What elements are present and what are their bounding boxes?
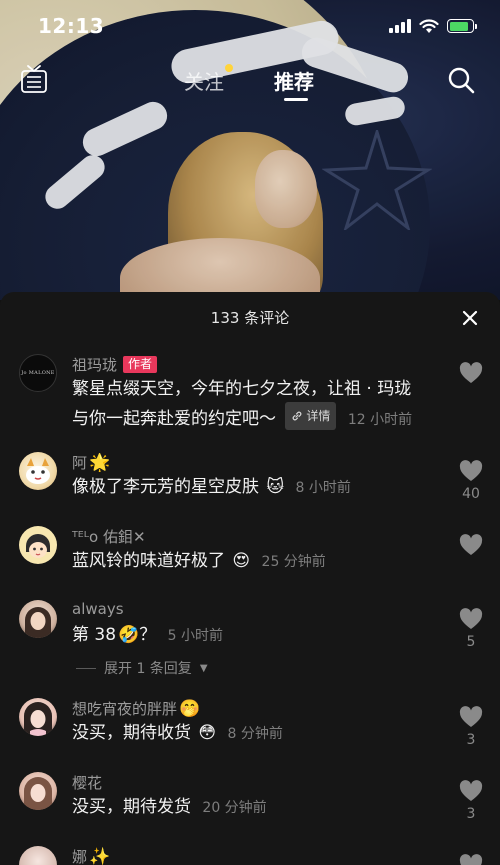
comment-text: 第 38 <box>72 625 117 645</box>
like-button[interactable] <box>456 534 486 560</box>
comment-text-line: 蓝风铃的味道好极了 😍 25 分钟前 <box>72 548 326 575</box>
comment-text: 没买，期待发货 <box>72 797 191 817</box>
cartoon-fox-icon <box>26 458 50 484</box>
like-button[interactable]: 5 <box>456 608 486 650</box>
status-time: 12:13 <box>38 14 105 38</box>
comment-text-suffix: ？ <box>139 625 157 645</box>
heart-icon <box>459 534 483 555</box>
user-photo-icon <box>25 607 51 638</box>
avatar-logo-text: Jo MALONE <box>21 370 55 376</box>
comment-author-name[interactable]: 娜 ✨ <box>72 846 110 865</box>
detail-label: 详情 <box>306 409 331 423</box>
cartoon-girl-icon <box>26 534 50 558</box>
comment-time: 12 小时前 <box>347 412 413 428</box>
comment-time: 5 小时前 <box>167 628 223 644</box>
link-icon <box>293 411 302 421</box>
comment-author-name[interactable]: 祖玛珑 作者 <box>72 354 158 375</box>
author-tag: 作者 <box>123 356 158 373</box>
user-photo-icon <box>24 777 52 810</box>
name-emoji: 🌟 <box>89 453 111 473</box>
comment-author-name[interactable]: 阿 🌟 <box>72 452 110 473</box>
name-emoji: 🤭 <box>179 699 201 719</box>
cellular-signal-icon <box>389 19 411 33</box>
comment-time: 25 分钟前 <box>261 554 326 570</box>
avatar[interactable] <box>19 452 57 490</box>
notification-dot <box>225 64 233 72</box>
comment-author-name[interactable]: 想吃宵夜的胖胖 🤭 <box>72 698 200 719</box>
tab-follow[interactable]: 关注 <box>184 64 233 95</box>
comment-emoji: 🤣 <box>118 625 140 645</box>
screen: 12:13 关注 推荐 133 条评论 Jo MALONE 祖玛珑 作者 繁星点… <box>0 0 500 865</box>
comments-sheet: 133 条评论 Jo MALONE 祖玛珑 作者 繁星点缀天空，今年的七夕之夜，让… <box>0 292 500 865</box>
like-button[interactable]: 3 <box>456 780 486 822</box>
status-bar: 12:13 <box>0 0 500 52</box>
name-emoji: ✨ <box>89 847 111 865</box>
author-name-text: 阿 <box>72 454 88 472</box>
caret-down-icon: ▼ <box>199 662 208 674</box>
battery-icon <box>447 19 477 33</box>
comment-text-line: 第 38 🤣？ 5 小时前 <box>72 622 223 649</box>
tab-recommend[interactable]: 推荐 <box>274 66 314 95</box>
comment-text-line2: 与你一起奔赴爱的约定吧～ 详情 12 小时前 <box>72 402 412 433</box>
comment-text-continued: 与你一起奔赴爱的约定吧～ <box>72 409 276 429</box>
comment-time: 20 分钟前 <box>202 800 267 816</box>
heart-icon <box>459 460 483 481</box>
active-tab-indicator <box>284 98 308 101</box>
like-count: 5 <box>466 634 476 650</box>
tab-follow-label: 关注 <box>184 70 224 94</box>
comment-time: 8 分钟前 <box>227 726 283 742</box>
wifi-icon <box>419 18 439 33</box>
author-name-text: 祖玛珑 <box>72 356 118 374</box>
like-button[interactable]: 3 <box>456 706 486 748</box>
avatar[interactable] <box>19 846 57 865</box>
avatar[interactable] <box>19 600 57 638</box>
like-button[interactable] <box>456 362 486 388</box>
avatar[interactable] <box>19 526 57 564</box>
comment-emoji: 🐱 <box>266 477 285 497</box>
live-tv-icon[interactable] <box>20 64 48 94</box>
heart-icon <box>459 608 483 629</box>
avatar[interactable]: Jo MALONE <box>19 354 57 392</box>
comment-time: 8 小时前 <box>295 480 351 496</box>
comment-text-line: 像极了李元芳的星空皮肤 🐱 8 小时前 <box>72 474 351 501</box>
top-nav: 关注 推荐 <box>0 58 500 104</box>
comment-text: 像极了李元芳的星空皮肤 <box>72 477 259 497</box>
comment-emoji: 😍 <box>232 551 251 571</box>
comment-emoji: 😳 <box>198 723 217 743</box>
detail-link[interactable]: 详情 <box>285 402 337 430</box>
comments-title: 133 条评论 <box>210 309 290 327</box>
heart-icon <box>459 362 483 383</box>
comment-text: 繁星点缀天空，今年的七夕之夜，让祖 · 玛珑 <box>72 379 412 399</box>
comment-author-name[interactable]: 樱花 <box>72 772 102 793</box>
avatar[interactable] <box>19 698 57 736</box>
avatar[interactable] <box>19 772 57 810</box>
status-icons <box>389 18 477 34</box>
like-count: 3 <box>466 732 476 748</box>
like-button[interactable]: 40 <box>456 460 486 502</box>
comment-text-line: 没买，期待发货 20 分钟前 <box>72 794 267 821</box>
battery-fill <box>449 21 469 31</box>
comments-header: 133 条评论 <box>0 292 500 342</box>
author-name-text: 想吃宵夜的胖胖 <box>72 700 178 718</box>
search-icon[interactable] <box>447 66 475 94</box>
comment-text-line: 没买，期待收货 😳 8 分钟前 <box>72 720 283 747</box>
heart-icon <box>459 706 483 727</box>
heart-icon <box>459 854 483 865</box>
heart-icon <box>459 780 483 801</box>
comment-author-name[interactable]: ᵀᴱᴸo 佑鉬✕ <box>72 526 146 547</box>
comment-text: 没买，期待收货 <box>72 723 191 743</box>
close-icon[interactable] <box>460 308 480 328</box>
like-button[interactable] <box>456 854 486 865</box>
expand-replies-button[interactable]: 展开 1 条回复 ▼ <box>76 658 208 678</box>
author-name-text: 娜 <box>72 848 88 865</box>
comment-author-name[interactable]: always <box>72 600 124 618</box>
like-count: 3 <box>466 806 476 822</box>
comment-text: 蓝风铃的味道好极了 <box>72 551 225 571</box>
battery-tip <box>475 23 477 29</box>
user-photo-icon <box>24 702 52 736</box>
divider-line <box>76 667 96 669</box>
expand-replies-label: 展开 1 条回复 <box>104 661 192 677</box>
like-count: 40 <box>462 486 480 502</box>
